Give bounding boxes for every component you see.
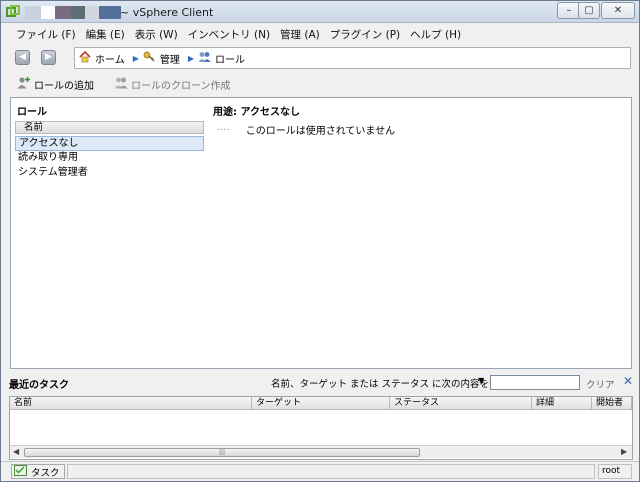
forward-button[interactable]: ▶ [41, 50, 56, 65]
menu-help[interactable]: ヘルプ (H) [405, 27, 466, 42]
menu-inventory[interactable]: インベントリ (N) [183, 27, 275, 42]
roles-panel-title: ロール [17, 107, 47, 118]
window-title: ~ vSphere Client [120, 6, 214, 19]
tree-dots: .... [217, 122, 230, 133]
role-item-read-only[interactable]: 読み取り専用 [15, 151, 204, 166]
add-role-icon [17, 76, 31, 92]
tasks-horizontal-scrollbar[interactable]: ◀ ||| ▶ [10, 445, 632, 458]
recent-tasks-table: 名前 ターゲット ステータス 詳細 開始者 ◀ ||| ▶ [9, 396, 633, 460]
admin-key-icon [143, 50, 156, 66]
roles-main-panel: ロール 用途: アクセスなし 名前 アクセスなし 読み取り専用 システム管理者 … [10, 97, 632, 369]
clone-role-button[interactable]: ロールのクローン作成 [114, 76, 231, 92]
add-role-label: ロールの追加 [34, 80, 94, 92]
status-tasks-button[interactable]: タスク [11, 464, 65, 479]
scroll-left-icon[interactable]: ◀ [13, 447, 19, 456]
menu-bar: ファイル (F) 編集 (E) 表示 (W) インベントリ (N) 管理 (A)… [1, 24, 639, 44]
usage-message: このロールは使用されていません [245, 126, 396, 137]
chevron-right-icon: ▶ [187, 53, 195, 63]
menu-file[interactable]: ファイル (F) [11, 27, 81, 42]
close-icon: ✕ [613, 5, 623, 16]
status-tasks-label: タスク [31, 467, 60, 479]
usage-row: .... このロールは使用されていません [217, 122, 395, 137]
maximize-icon: ▢ [584, 5, 594, 16]
role-item-no-access[interactable]: アクセスなし [15, 136, 204, 151]
clone-role-label: ロールのクローン作成 [131, 80, 231, 92]
status-message-field [67, 464, 595, 479]
title-bar: ~ vSphere Client – ▢ ✕ [1, 1, 639, 23]
clear-filter-button[interactable]: クリア [586, 377, 615, 391]
recent-tasks-title: 最近のタスク [9, 380, 69, 391]
home-icon [79, 50, 91, 66]
task-filter-label: 名前、ターゲット または ステータス に次の内容を含む: [271, 379, 512, 390]
menu-edit[interactable]: 編集 (E) [81, 27, 130, 42]
close-tasks-icon[interactable]: ✕ [623, 374, 633, 388]
menu-view[interactable]: 表示 (W) [130, 27, 183, 42]
vsphere-app-icon [6, 5, 20, 19]
minimize-icon: – [566, 5, 572, 16]
scrollbar-thumb[interactable]: ||| [24, 448, 420, 457]
role-item-administrator[interactable]: システム管理者 [15, 166, 204, 181]
roles-users-icon [198, 51, 211, 66]
roles-toolbar: ロールの追加 ロールのクローン作成 [1, 73, 639, 95]
breadcrumb: ホーム ▶ 管理 ▶ ロール [74, 47, 631, 69]
menu-plugins[interactable]: プラグイン (P) [325, 27, 405, 42]
roles-name-column-header[interactable]: 名前 [15, 121, 204, 134]
redacted-title-blocks [25, 6, 121, 19]
tasks-icon [14, 464, 27, 479]
breadcrumb-admin-label: 管理 [159, 54, 180, 66]
back-button[interactable]: ◀ [15, 50, 30, 65]
clone-role-icon [114, 76, 128, 92]
usage-panel-title: 用途: アクセスなし [213, 107, 300, 118]
menu-administration[interactable]: 管理 (A) [275, 27, 325, 42]
breadcrumb-roles[interactable]: ロール [198, 51, 245, 66]
breadcrumb-home-label: ホーム [95, 54, 125, 66]
breadcrumb-home[interactable]: ホーム [79, 50, 125, 66]
vsphere-client-window: ~ vSphere Client – ▢ ✕ ファイル (F) 編集 (E) 表… [0, 0, 640, 482]
chevron-right-icon: ▶ [132, 53, 139, 63]
tasks-col-name[interactable]: 名前 [10, 397, 252, 410]
tasks-table-header: 名前 ターゲット ステータス 詳細 開始者 [10, 397, 632, 410]
roles-list: アクセスなし 読み取り専用 システム管理者 [15, 136, 204, 181]
scroll-right-icon[interactable]: ▶ [621, 447, 627, 456]
arrow-right-icon: ▶ [45, 52, 52, 62]
status-bar: タスク root [1, 461, 639, 481]
add-role-button[interactable]: ロールの追加 [17, 76, 94, 92]
close-button[interactable]: ✕ [601, 2, 635, 19]
tasks-col-initiator[interactable]: 開始者 [592, 397, 632, 410]
breadcrumb-roles-label: ロール [215, 54, 246, 66]
tasks-col-target[interactable]: ターゲット [252, 397, 390, 410]
arrow-left-icon: ◀ [19, 52, 26, 62]
status-user: root [598, 464, 632, 479]
tasks-col-status[interactable]: ステータス [390, 397, 532, 410]
filter-dropdown-icon[interactable]: ▼ [478, 376, 484, 385]
breadcrumb-admin[interactable]: 管理 [143, 50, 180, 66]
maximize-button[interactable]: ▢ [578, 2, 600, 19]
task-filter-input[interactable] [490, 375, 580, 390]
tasks-col-details[interactable]: 詳細 [532, 397, 592, 410]
